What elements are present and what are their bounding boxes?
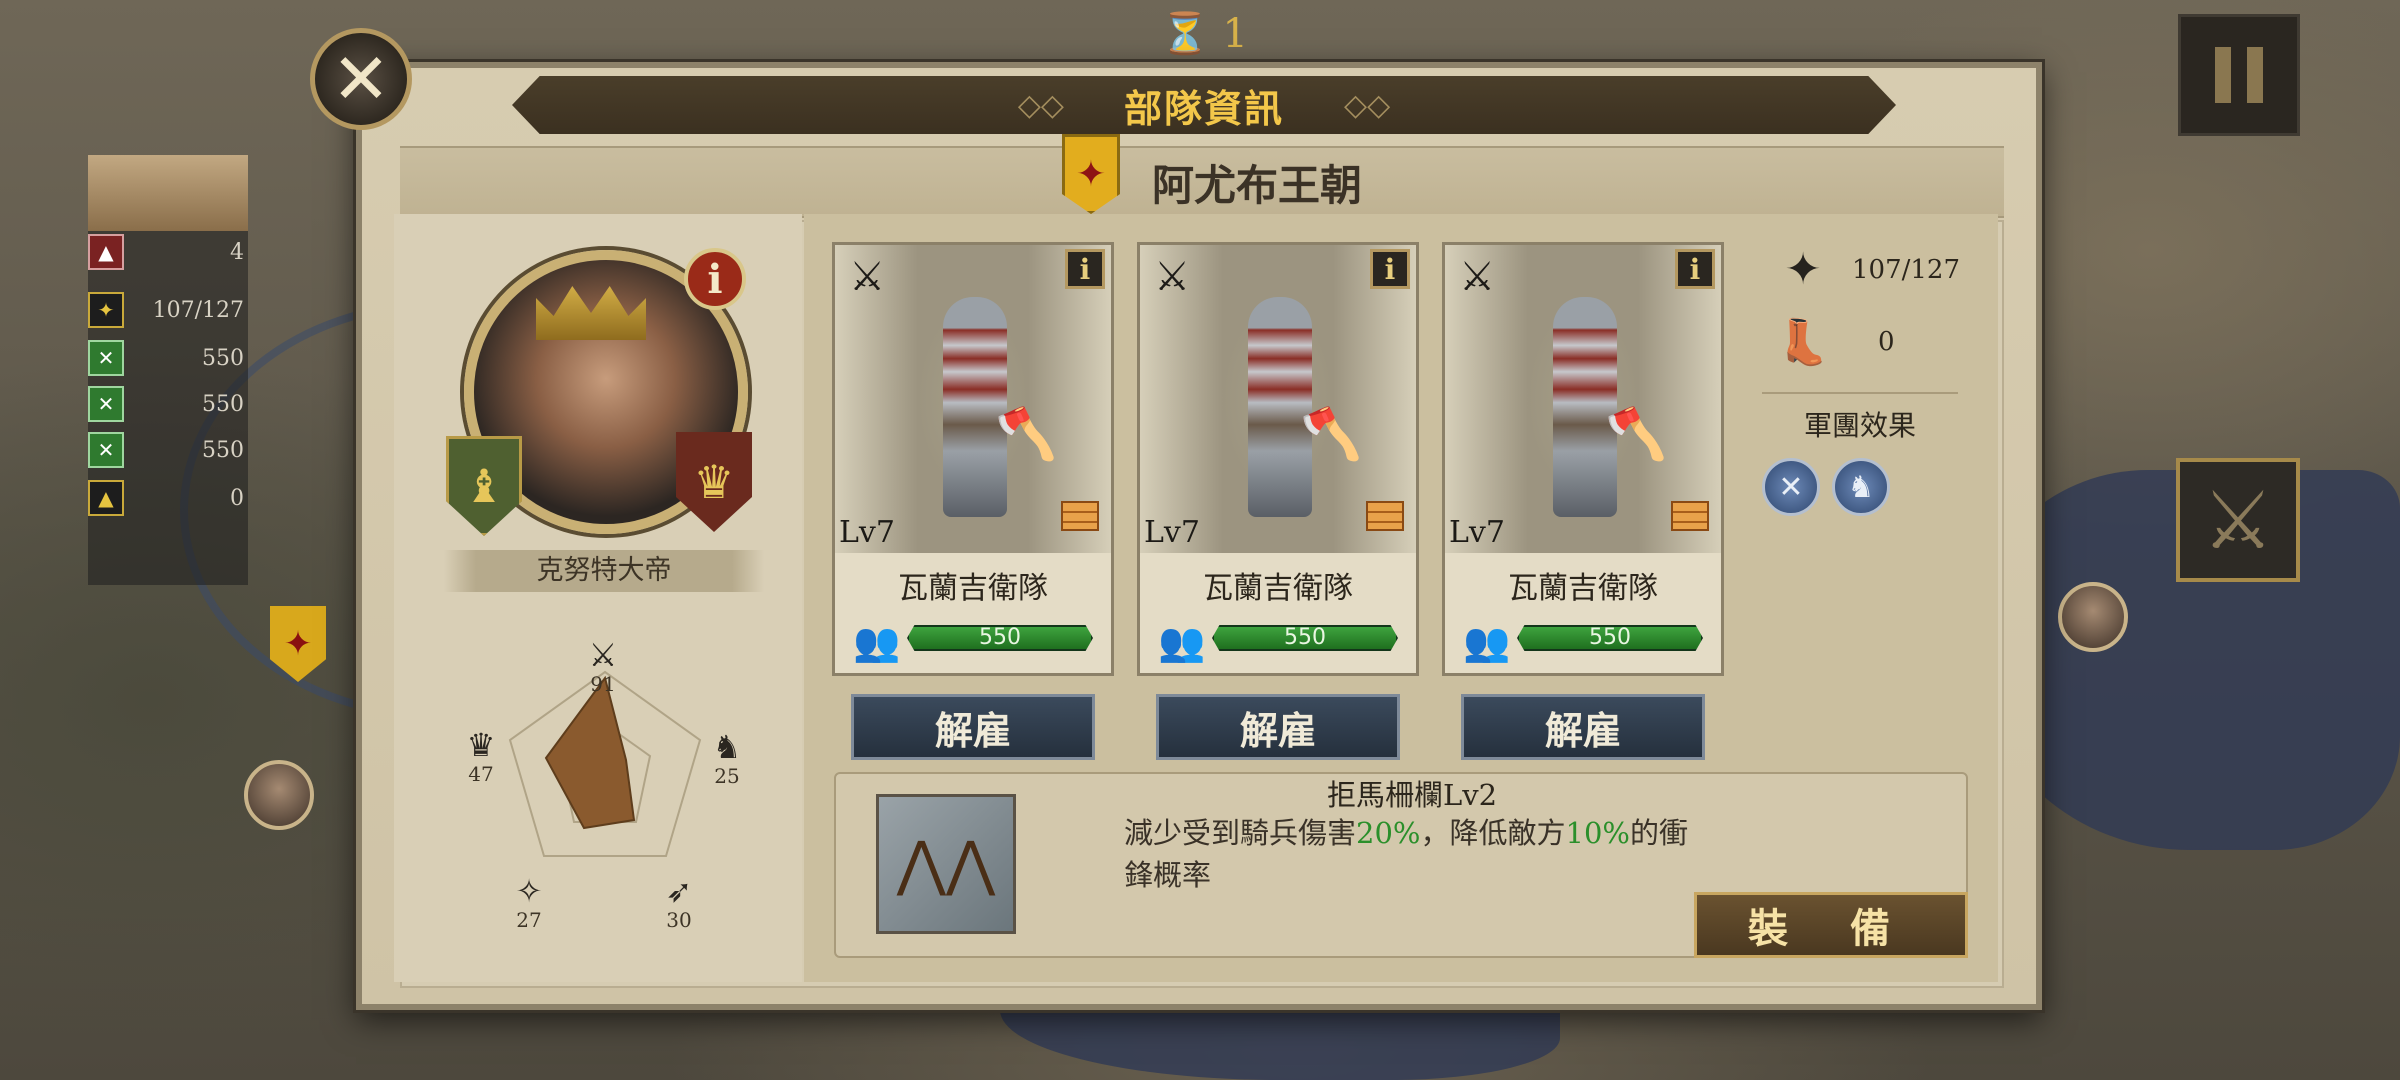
unit-card[interactable]: 🪓 ⚔ i Lv7 瓦蘭吉衛隊 👥 550 bbox=[1137, 242, 1419, 676]
crossed-swords-icon: ⚔ bbox=[1459, 254, 1495, 300]
mini-row: ▲ 4 bbox=[88, 232, 248, 272]
map-commander-avatar[interactable] bbox=[2058, 582, 2128, 652]
troop-count-bar: 550 bbox=[907, 625, 1093, 651]
divider bbox=[1762, 392, 1958, 394]
horse-stat-icon: ♞ bbox=[712, 728, 742, 766]
spike-barrier-icon: ⋀⋀ bbox=[876, 794, 1016, 934]
dynasty-name: 阿尤布王朝 bbox=[1152, 161, 1363, 210]
movement-stat: 👢 0 bbox=[1768, 316, 1895, 368]
ornament-icon: ◇◇ bbox=[1344, 87, 1391, 123]
boot-icon: ▲ bbox=[88, 480, 124, 516]
eagle-stat-icon: ✧ bbox=[515, 872, 543, 910]
boot-icon: 👢 bbox=[1775, 317, 1831, 368]
eagle-icon: ✦ bbox=[88, 292, 124, 328]
pause-button[interactable] bbox=[2178, 14, 2300, 136]
troops-icon: 👥 bbox=[853, 620, 901, 664]
skill-book-icon bbox=[1061, 501, 1099, 531]
sword-stat-icon: ⚔ bbox=[588, 636, 618, 674]
supply-stat: ✦ 107/127 bbox=[1768, 244, 1960, 295]
unit-name: 瓦蘭吉衛隊 bbox=[1508, 571, 1658, 606]
troops-icon: 👥 bbox=[1463, 620, 1511, 664]
legion-effect-icon[interactable]: ♞ bbox=[1832, 458, 1890, 516]
legion-effect-title: 軍團效果 bbox=[1803, 409, 1916, 442]
swords-icon: ✕ bbox=[88, 432, 124, 468]
dismiss-button[interactable]: 解雇 bbox=[1156, 694, 1400, 760]
troop-count-bar: 550 bbox=[1517, 625, 1703, 651]
crossed-swords-icon: ⚔ bbox=[1154, 254, 1190, 300]
mini-row: ✕ 550 bbox=[88, 338, 248, 378]
stat-ranged: 30 bbox=[666, 908, 692, 932]
skill-book-icon bbox=[1671, 501, 1709, 531]
stat-attack: 91 bbox=[590, 672, 616, 696]
dismiss-button[interactable]: 解雇 bbox=[1461, 694, 1705, 760]
unit-card[interactable]: 🪓 ⚔ i Lv7 瓦蘭吉衛隊 👥 550 bbox=[832, 242, 1114, 676]
skill-book-icon bbox=[1366, 501, 1404, 531]
unit-level: Lv7 bbox=[839, 515, 895, 550]
mini-row: ✕ 550 bbox=[88, 384, 248, 424]
skill-name: 拒馬柵欄Lv2 bbox=[1326, 778, 1498, 812]
commander-info-button[interactable]: i bbox=[684, 248, 746, 310]
axe-icon: 🪓 bbox=[1300, 405, 1363, 463]
crossed-swords-icon: ⚔ bbox=[849, 254, 885, 300]
mini-row: ▲ 0 bbox=[88, 478, 248, 518]
unit-name: 瓦蘭吉衛隊 bbox=[898, 571, 1048, 606]
troops-icon: 👥 bbox=[1158, 620, 1206, 664]
crown-stat-icon: ♛ bbox=[466, 726, 496, 764]
dismiss-button[interactable]: 解雇 bbox=[851, 694, 1095, 760]
mini-row: ✦ 107/127 bbox=[88, 290, 248, 330]
close-button[interactable]: ✕ bbox=[310, 28, 412, 130]
commander-name: 克努特大帝 bbox=[444, 550, 764, 592]
unit-info-button[interactable]: i bbox=[1065, 249, 1105, 289]
ornament-icon: ◇◇ bbox=[1017, 87, 1064, 123]
terrain-thumbnail bbox=[88, 155, 248, 231]
unit-name: 瓦蘭吉衛隊 bbox=[1203, 571, 1353, 606]
legion-effect-icon[interactable]: ✕ bbox=[1762, 458, 1820, 516]
stat-defense: 27 bbox=[516, 908, 542, 932]
dialog-title-bar: ◇◇ 部隊資訊 ◇◇ bbox=[512, 76, 1896, 134]
swords-icon: ✕ bbox=[88, 386, 124, 422]
bow-stat-icon: ➶ bbox=[665, 872, 693, 910]
troop-count-bar: 550 bbox=[1212, 625, 1398, 651]
unit-info-button[interactable]: i bbox=[1370, 249, 1410, 289]
dialog-title: 部隊資訊 bbox=[1123, 85, 1284, 131]
swords-icon: ✕ bbox=[88, 340, 124, 376]
skill-description: 減少受到騎兵傷害20%，降低敵方10%的衝鋒概率 bbox=[1124, 816, 1688, 892]
axe-icon: 🪓 bbox=[995, 405, 1058, 463]
map-commander-avatar[interactable] bbox=[244, 760, 314, 830]
unit-card[interactable]: 🪓 ⚔ i Lv7 瓦蘭吉衛隊 👥 550 bbox=[1442, 242, 1724, 676]
mini-row: ✕ 550 bbox=[88, 430, 248, 470]
stat-leadership: 47 bbox=[468, 762, 494, 786]
stat-cavalry: 25 bbox=[714, 764, 740, 788]
turn-counter: ⏳ 1 bbox=[1160, 11, 1248, 57]
unit-level: Lv7 bbox=[1449, 515, 1505, 550]
axe-icon: 🪓 bbox=[1605, 405, 1668, 463]
boot-icon: ▲ bbox=[88, 234, 124, 270]
equip-button[interactable]: 裝 備 bbox=[1694, 892, 1968, 958]
eagle-icon: ✦ bbox=[1784, 244, 1822, 295]
battle-button[interactable]: ⚔ bbox=[2176, 458, 2300, 582]
unit-info-button[interactable]: i bbox=[1675, 249, 1715, 289]
unit-level: Lv7 bbox=[1144, 515, 1200, 550]
